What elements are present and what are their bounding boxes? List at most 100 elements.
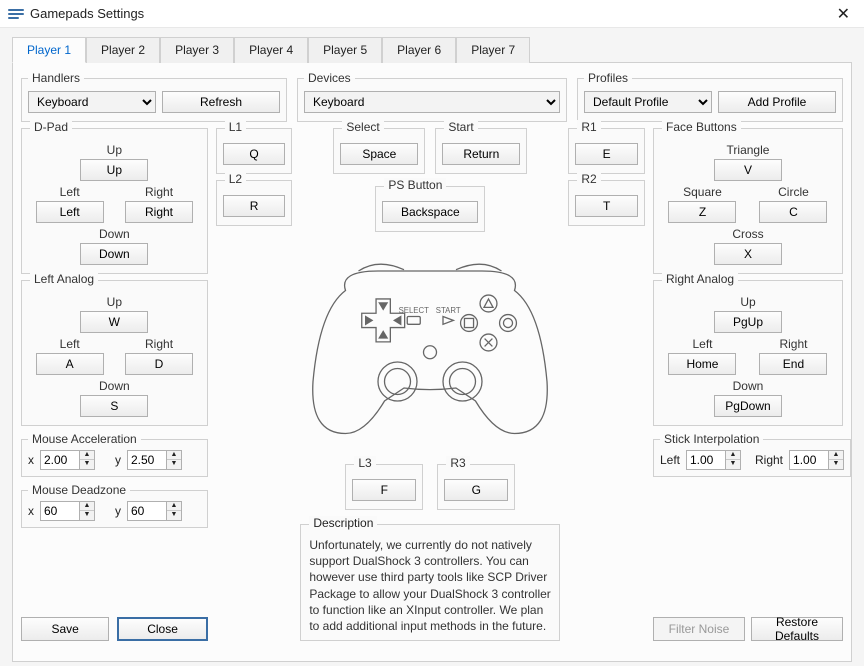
l3-legend: L3 (354, 456, 375, 470)
tab-player-3[interactable]: Player 3 (160, 37, 234, 63)
start-button[interactable]: Return (442, 143, 520, 165)
ranalog-up-button[interactable]: PgUp (714, 311, 782, 333)
face-cross-label: Cross (732, 227, 763, 241)
left-analog-group: Left Analog UpW LeftA RightD DownS (21, 280, 208, 426)
face-cross-button[interactable]: X (714, 243, 782, 265)
profiles-select[interactable]: Default Profile (584, 91, 712, 113)
face-square-button[interactable]: Z (668, 201, 736, 223)
profiles-group: Profiles Default Profile Add Profile (577, 71, 843, 122)
dpad-up-button[interactable]: Up (80, 159, 148, 181)
window-title: Gamepads Settings (30, 6, 144, 21)
r3-button[interactable]: G (444, 479, 508, 501)
devices-group: Devices Keyboard (297, 71, 567, 122)
description-text: Unfortunately, we currently do not nativ… (309, 537, 551, 634)
tab-player-2[interactable]: Player 2 (86, 37, 160, 63)
ranalog-left-label: Left (692, 337, 712, 351)
ranalog-right-button[interactable]: End (759, 353, 827, 375)
profiles-legend: Profiles (584, 71, 632, 85)
lanalog-left-button[interactable]: A (36, 353, 104, 375)
interp-left-label: Left (660, 453, 680, 467)
dpad-down-label: Down (99, 227, 130, 241)
mdead-y-spinner[interactable]: ▲▼ (127, 501, 182, 521)
start-group: Start Return (435, 128, 527, 174)
tab-player-6[interactable]: Player 6 (382, 37, 456, 63)
start-legend: Start (444, 120, 477, 134)
svg-text:START: START (436, 306, 461, 315)
mdead-x-label: x (28, 504, 34, 518)
handlers-select[interactable]: Keyboard (28, 91, 156, 113)
l2-legend: L2 (225, 172, 246, 186)
dpad-group: D-Pad UpUp LeftLeft RightRight DownDown (21, 128, 208, 274)
r1-group: R1 E (568, 128, 645, 174)
mouse-accel-legend: Mouse Acceleration (28, 432, 141, 446)
face-buttons-group: Face Buttons TriangleV SquareZ CircleC C… (653, 128, 843, 274)
dpad-left-label: Left (60, 185, 80, 199)
maccel-x-spinner[interactable]: ▲▼ (40, 450, 95, 470)
ps-button[interactable]: Backspace (382, 201, 478, 223)
left-analog-legend: Left Analog (30, 272, 98, 286)
mouse-deadzone-group: Mouse Deadzone x ▲▼ y ▲▼ (21, 483, 208, 528)
lanalog-down-button[interactable]: S (80, 395, 148, 417)
lanalog-right-button[interactable]: D (125, 353, 193, 375)
interp-right-spinner[interactable]: ▲▼ (789, 450, 844, 470)
restore-defaults-button[interactable]: Restore Defaults (751, 617, 843, 641)
l3-group: L3 F (345, 464, 423, 510)
r1-button[interactable]: E (575, 143, 638, 165)
l2-group: L2 R (216, 180, 293, 226)
add-profile-button[interactable]: Add Profile (718, 91, 836, 113)
lanalog-left-label: Left (60, 337, 80, 351)
interp-right-label: Right (755, 453, 783, 467)
ps-button-group: PS Button Backspace (375, 186, 485, 232)
save-button[interactable]: Save (21, 617, 109, 641)
l3-button[interactable]: F (352, 479, 416, 501)
svg-text:SELECT: SELECT (399, 306, 430, 315)
ranalog-right-label: Right (779, 337, 807, 351)
window-close-button[interactable]: ✕ (831, 4, 856, 24)
r2-button[interactable]: T (575, 195, 638, 217)
ranalog-down-button[interactable]: PgDown (714, 395, 782, 417)
close-button[interactable]: Close (117, 617, 207, 641)
mdead-y-label: y (115, 504, 121, 518)
lanalog-down-label: Down (99, 379, 130, 393)
r1-legend: R1 (577, 120, 600, 134)
devices-legend: Devices (304, 71, 355, 85)
r3-group: R3 G (437, 464, 515, 510)
lanalog-right-label: Right (145, 337, 173, 351)
dpad-left-button[interactable]: Left (36, 201, 104, 223)
face-triangle-button[interactable]: V (714, 159, 782, 181)
devices-select[interactable]: Keyboard (304, 91, 560, 113)
dpad-up-label: Up (107, 143, 122, 157)
tab-player-5[interactable]: Player 5 (308, 37, 382, 63)
tab-player-1[interactable]: Player 1 (12, 37, 86, 63)
handlers-legend: Handlers (28, 71, 84, 85)
r2-group: R2 T (568, 180, 645, 226)
select-button[interactable]: Space (340, 143, 418, 165)
lanalog-up-button[interactable]: W (80, 311, 148, 333)
mouse-deadzone-legend: Mouse Deadzone (28, 483, 130, 497)
refresh-button[interactable]: Refresh (162, 91, 280, 113)
filter-noise-button[interactable]: Filter Noise (653, 617, 745, 641)
select-group: Select Space (333, 128, 425, 174)
l1-button[interactable]: Q (223, 143, 286, 165)
tab-player-7[interactable]: Player 7 (456, 37, 530, 63)
player-tabs: Player 1 Player 2 Player 3 Player 4 Play… (0, 28, 864, 62)
controller-diagram: SELECT START (300, 244, 560, 454)
dpad-down-button[interactable]: Down (80, 243, 148, 265)
app-icon (8, 8, 24, 20)
maccel-y-spinner[interactable]: ▲▼ (127, 450, 182, 470)
l2-button[interactable]: R (223, 195, 286, 217)
interp-left-spinner[interactable]: ▲▼ (686, 450, 741, 470)
mdead-x-spinner[interactable]: ▲▼ (40, 501, 95, 521)
tab-player-4[interactable]: Player 4 (234, 37, 308, 63)
face-legend: Face Buttons (662, 120, 741, 134)
dpad-right-button[interactable]: Right (125, 201, 193, 223)
stick-interp-group: Stick Interpolation Left ▲▼ Right ▲▼ (653, 432, 851, 477)
face-triangle-label: Triangle (727, 143, 770, 157)
right-analog-group: Right Analog UpPgUp LeftHome RightEnd Do… (653, 280, 843, 426)
ranalog-left-button[interactable]: Home (668, 353, 736, 375)
r3-legend: R3 (446, 456, 469, 470)
handlers-group: Handlers Keyboard Refresh (21, 71, 287, 122)
face-circle-button[interactable]: C (759, 201, 827, 223)
ps-legend: PS Button (384, 178, 446, 192)
r2-legend: R2 (577, 172, 600, 186)
